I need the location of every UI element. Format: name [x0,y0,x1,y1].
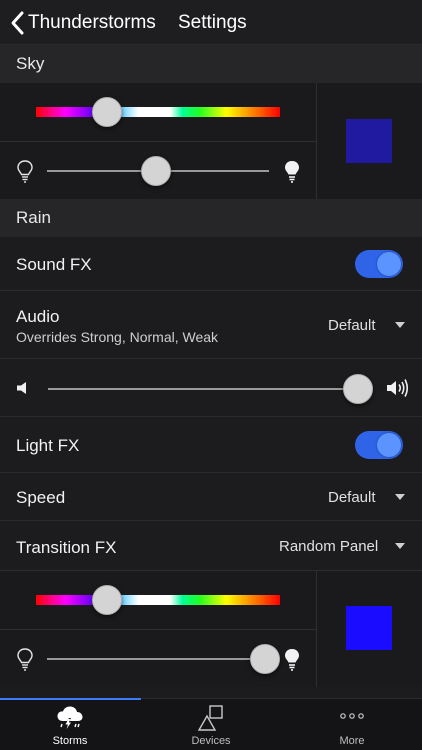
tab-label: Storms [52,735,88,747]
volume-row [0,359,422,417]
light-fx-row: Light FX [0,417,422,473]
sky-brightness-slider-knob[interactable] [140,156,171,186]
rain-color-swatch[interactable] [346,606,392,650]
more-dots-icon [340,713,364,719]
chevron-left-icon[interactable] [8,10,28,36]
sound-fx-row: Sound FX [0,237,422,291]
rain-hue-slider-knob[interactable] [91,585,122,615]
volume-slider-track[interactable] [48,388,358,390]
light-fx-label: Light FX [16,436,80,455]
chevron-down-icon [395,543,405,549]
page-title: Settings [178,12,247,33]
section-title: Rain [16,208,51,227]
transition-fx-label: Transition FX [16,538,117,557]
audio-sublabel: Overrides Strong, Normal, Weak [16,329,219,345]
light-fx-toggle[interactable] [355,431,403,459]
tab-more[interactable]: More [282,699,422,750]
back-button[interactable]: Thunderstorms [28,12,156,34]
speed-value[interactable]: Default [328,489,376,506]
tab-label: More [339,735,365,747]
tab-devices[interactable]: Devices [141,699,281,750]
divider [0,141,316,142]
chevron-down-icon [395,322,405,328]
section-header-sky: Sky [0,45,422,83]
transition-fx-value[interactable]: Random Panel [279,538,378,555]
sky-hue-slider-knob[interactable] [91,97,122,127]
rain-brightness-slider-track[interactable] [47,658,269,660]
section-title: Sky [16,54,45,73]
bulb-bright-icon [285,161,299,183]
bulb-dim-icon [17,160,33,183]
sound-fx-toggle[interactable] [355,250,403,278]
volume-high-icon [387,379,409,397]
audio-value[interactable]: Default [328,317,376,334]
section-header-rain: Rain [0,199,422,237]
transition-fx-row[interactable]: Transition FX Random Panel [0,521,422,571]
tab-storms[interactable]: Storms [0,699,140,750]
divider [316,83,317,199]
chevron-down-icon [395,494,405,500]
tab-bar: Storms Devices More [0,698,422,750]
sky-color-swatch[interactable] [346,119,392,163]
volume-low-icon [17,382,26,394]
audio-label: Audio [16,307,60,326]
bulb-bright-icon [285,649,299,671]
rain-color-panel [0,571,422,687]
sound-fx-label: Sound FX [16,255,92,274]
rain-hue-slider-track[interactable] [36,595,280,605]
devices-icon [197,705,223,731]
volume-slider-knob[interactable] [343,374,373,404]
speed-label: Speed [16,488,66,507]
sky-color-panel [0,83,422,199]
divider [316,571,317,687]
navigation-bar: Thunderstorms Settings [0,0,422,45]
storm-cloud-icon [57,706,83,730]
speed-row[interactable]: Speed Default [0,473,422,521]
audio-row[interactable]: Audio Overrides Strong, Normal, Weak Def… [0,291,422,359]
rain-brightness-slider-knob[interactable] [249,644,280,674]
sky-hue-slider-track[interactable] [36,107,280,117]
divider [0,629,316,630]
bulb-dim-icon [17,648,33,671]
tab-label: Devices [191,735,231,747]
